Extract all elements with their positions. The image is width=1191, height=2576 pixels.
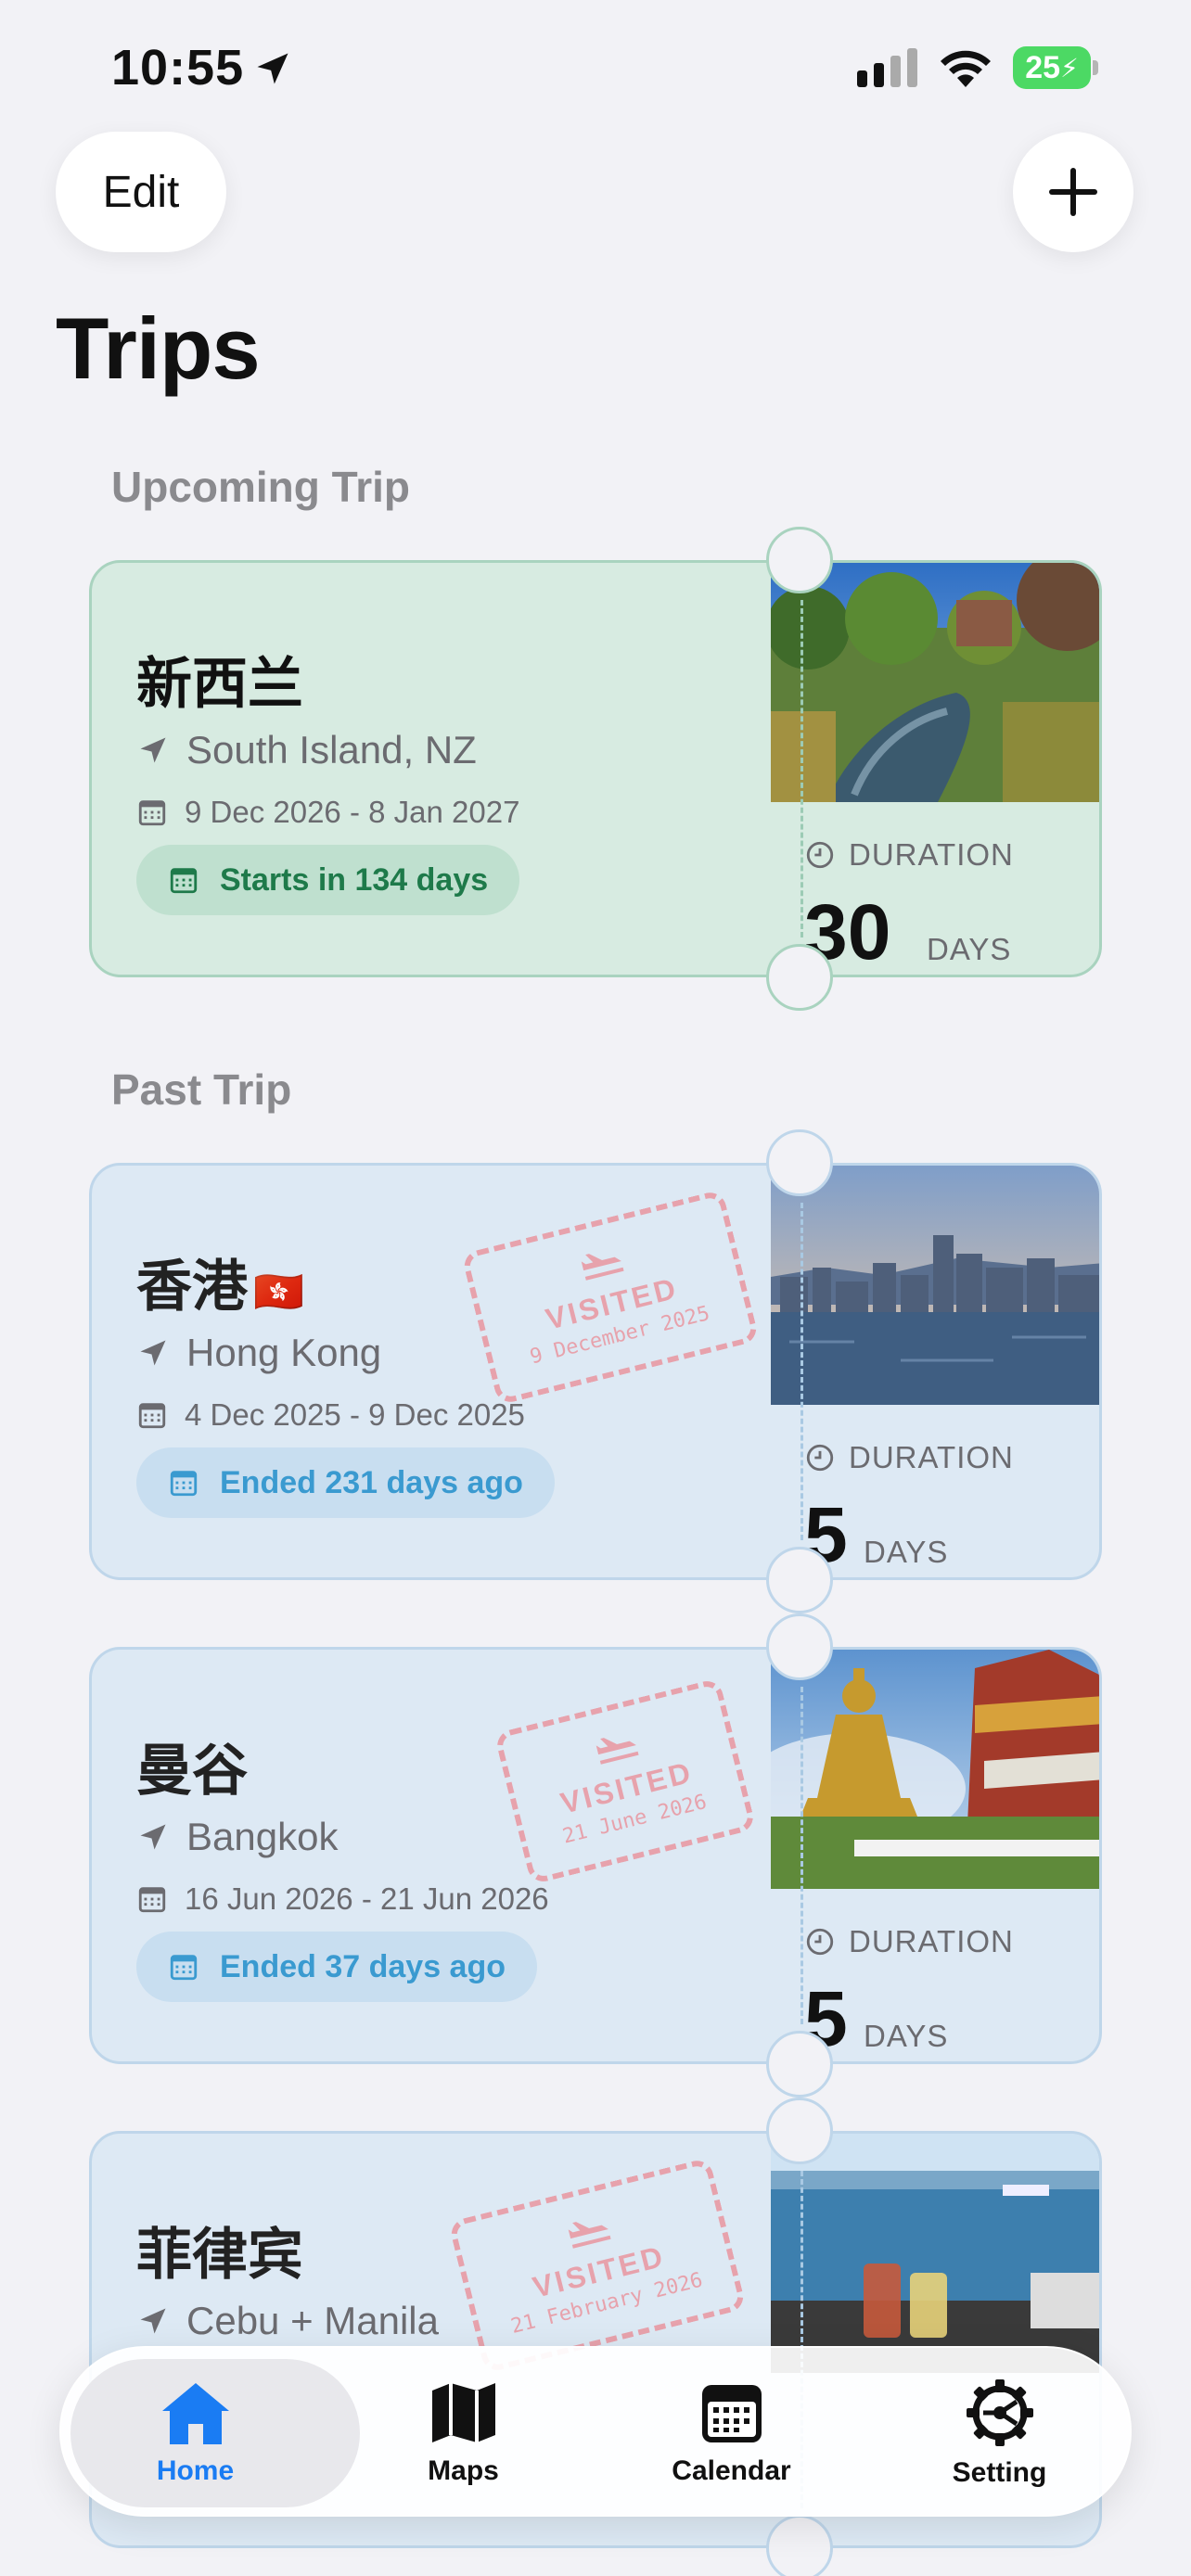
section-title-past: Past Trip bbox=[111, 1065, 292, 1114]
calendar-icon bbox=[701, 2385, 762, 2442]
battery-level: 25 bbox=[1025, 49, 1061, 85]
tab-home[interactable]: Home bbox=[61, 2348, 360, 2519]
duration-label-text: DURATION bbox=[849, 1924, 1014, 1958]
trip-name: 香港 🇭🇰 bbox=[136, 1242, 304, 1322]
trip-location: Bangkok bbox=[136, 1815, 338, 1859]
trip-status-badge: Starts in 134 days bbox=[136, 845, 520, 915]
tab-home-label: Home bbox=[156, 2455, 235, 2486]
duration-unit: DAYS bbox=[864, 2019, 949, 2053]
duration-label: DURATION bbox=[804, 1924, 1014, 1959]
trip-status-badge: Ended 37 days ago bbox=[136, 1932, 537, 2002]
calendar-icon bbox=[170, 1471, 198, 1497]
map-icon bbox=[431, 2383, 495, 2442]
calendar-icon bbox=[170, 868, 198, 894]
calendar-icon bbox=[170, 1955, 198, 1981]
calendar-icon bbox=[138, 1887, 166, 1913]
trip-status-text: Ended 231 days ago bbox=[220, 1464, 523, 1500]
trip-location-text: Bangkok bbox=[186, 1815, 339, 1858]
gear-icon bbox=[966, 2379, 1033, 2446]
upcoming-trip-card[interactable]: 新西兰 South Island, NZ 9 Dec 2026 - 8 Jan … bbox=[89, 527, 1102, 1011]
flag-icon: 🇭🇰 bbox=[253, 1269, 304, 1315]
visited-stamp: VISITED 21 June 2026 bbox=[493, 1677, 757, 1885]
location-arrow-icon bbox=[257, 53, 288, 84]
duration-unit: DAYS bbox=[927, 932, 1012, 966]
trip-photo-beach bbox=[771, 2134, 1099, 2373]
wifi-icon bbox=[941, 50, 991, 87]
location-arrow-icon bbox=[140, 1824, 166, 1850]
trip-dates: 4 Dec 2025 - 9 Dec 2025 bbox=[136, 1397, 525, 1433]
duration-label: DURATION bbox=[804, 837, 1014, 873]
tab-maps[interactable]: Maps bbox=[329, 2348, 597, 2519]
trip-status-text: Ended 37 days ago bbox=[220, 1948, 506, 1984]
plus-icon bbox=[1049, 168, 1097, 216]
battery-icon: 25 ⚡ bbox=[1013, 46, 1098, 89]
trip-location: South Island, NZ bbox=[136, 728, 477, 772]
clock-icon bbox=[806, 1444, 834, 1472]
trip-location-text: South Island, NZ bbox=[186, 728, 477, 772]
trip-photo-skyline bbox=[771, 1166, 1099, 1405]
location-arrow-icon bbox=[140, 1340, 166, 1366]
trip-location-text: Cebu + Manila bbox=[186, 2299, 439, 2342]
trip-photo-temple bbox=[771, 1650, 1099, 1889]
location-arrow-icon bbox=[140, 2308, 166, 2334]
edit-button-label: Edit bbox=[102, 167, 180, 217]
trip-dates-text: 16 Jun 2026 - 21 Jun 2026 bbox=[185, 1881, 549, 1916]
calendar-icon bbox=[138, 800, 166, 826]
airplane-icon bbox=[568, 2222, 611, 2249]
trip-photo-park bbox=[771, 563, 1099, 802]
past-trip-card[interactable]: 香港 🇭🇰 Hong Kong 4 Dec 2025 - 9 Dec 2025 E… bbox=[89, 1129, 1102, 1613]
trip-status-badge: Ended 231 days ago bbox=[136, 1447, 555, 1518]
clock-icon bbox=[806, 1928, 834, 1956]
visited-stamp: VISITED 9 December 2025 bbox=[460, 1189, 761, 1406]
add-trip-button[interactable] bbox=[1013, 132, 1133, 252]
trip-dates-text: 9 Dec 2026 - 8 Jan 2027 bbox=[185, 795, 520, 829]
duration-label-text: DURATION bbox=[849, 1440, 1014, 1474]
location-arrow-icon bbox=[140, 737, 166, 763]
tab-calendar-label: Calendar bbox=[672, 2455, 791, 2486]
visited-stamp: VISITED 21 February 2026 bbox=[447, 2157, 748, 2374]
cellular-signal-icon bbox=[857, 48, 917, 87]
status-time: 10:55 bbox=[111, 40, 245, 96]
tab-setting-label: Setting bbox=[952, 2457, 1047, 2488]
airplane-icon bbox=[596, 1738, 639, 1765]
page-title: Trips bbox=[56, 300, 261, 397]
trip-dates-text: 4 Dec 2025 - 9 Dec 2025 bbox=[185, 1397, 525, 1432]
trip-location: Cebu + Manila bbox=[136, 2299, 439, 2343]
trip-name: 菲律宾 bbox=[136, 2224, 303, 2286]
trip-name: 曼谷 bbox=[136, 1740, 248, 1802]
duration-label: DURATION bbox=[804, 1440, 1014, 1475]
duration-label-text: DURATION bbox=[849, 837, 1014, 872]
trip-location: Hong Kong bbox=[136, 1331, 381, 1375]
tab-calendar[interactable]: Calendar bbox=[597, 2348, 865, 2519]
trip-name-text: 香港 bbox=[136, 1256, 248, 1318]
trip-dates: 16 Jun 2026 - 21 Jun 2026 bbox=[136, 1881, 549, 1917]
tab-setting[interactable]: Setting bbox=[865, 2348, 1133, 2519]
tab-maps-label: Maps bbox=[428, 2455, 499, 2486]
duration-unit: DAYS bbox=[864, 1535, 949, 1569]
edit-button[interactable]: Edit bbox=[56, 132, 226, 252]
airplane-icon bbox=[581, 1254, 624, 1281]
calendar-icon bbox=[138, 1403, 166, 1429]
trip-location-text: Hong Kong bbox=[186, 1331, 382, 1374]
past-trip-card[interactable]: 曼谷 Bangkok 16 Jun 2026 - 21 Jun 2026 End… bbox=[89, 1613, 1102, 2098]
trip-name: 新西兰 bbox=[136, 653, 303, 715]
section-title-upcoming: Upcoming Trip bbox=[111, 463, 410, 511]
trip-dates: 9 Dec 2026 - 8 Jan 2027 bbox=[136, 795, 519, 830]
status-bar: 10:55 25 ⚡ bbox=[0, 0, 1191, 139]
trip-status-text: Starts in 134 days bbox=[220, 861, 489, 898]
clock-icon bbox=[806, 841, 834, 869]
tab-bar: Home Maps Calendar Setting bbox=[59, 2346, 1132, 2517]
house-icon bbox=[161, 2383, 229, 2444]
